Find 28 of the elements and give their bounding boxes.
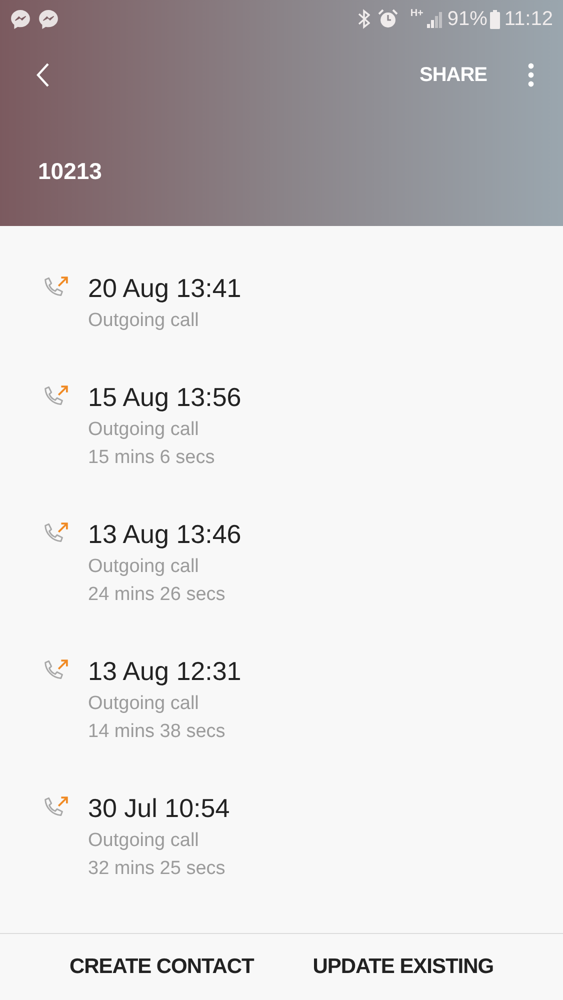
call-date: 13 Aug 13:46 xyxy=(88,518,242,551)
call-date: 20 Aug 13:41 xyxy=(88,272,242,305)
call-duration: 15 mins 6 secs xyxy=(88,446,215,470)
battery-percentage: 91% xyxy=(447,7,488,32)
call-date: 30 Jul 10:54 xyxy=(88,792,230,825)
network-type: H+ xyxy=(410,9,424,19)
contact-number: 10213 xyxy=(38,158,102,184)
update-existing-button[interactable]: UPDATE EXISTING xyxy=(312,943,494,991)
alarm-icon xyxy=(378,9,398,29)
call-type: Outgoing call xyxy=(88,555,199,579)
call-type: Outgoing call xyxy=(88,309,199,333)
call-duration: 24 mins 26 secs xyxy=(88,583,226,607)
call-duration: 32 mins 25 secs xyxy=(88,857,226,881)
call-date: 13 Aug 12:31 xyxy=(88,655,242,688)
messenger-icon xyxy=(38,8,59,30)
bluetooth-icon xyxy=(358,9,370,29)
call-type: Outgoing call xyxy=(88,692,199,716)
signal-icon xyxy=(427,10,444,28)
messenger-icon xyxy=(10,8,31,30)
back-icon xyxy=(36,63,50,87)
call-type: Outgoing call xyxy=(88,829,199,853)
call-date: 15 Aug 13:56 xyxy=(88,381,242,414)
battery-icon xyxy=(490,10,500,28)
create-contact-button[interactable]: CREATE CONTACT xyxy=(69,943,254,991)
clock-time: 11:12 xyxy=(504,7,553,32)
more-options-icon xyxy=(528,63,534,87)
call-duration: 14 mins 38 secs xyxy=(88,720,226,744)
call-type: Outgoing call xyxy=(88,418,199,442)
